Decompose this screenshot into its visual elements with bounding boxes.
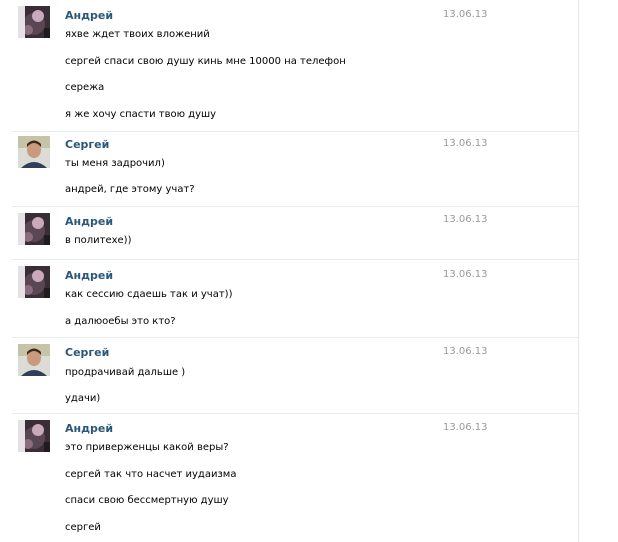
message-date: 13.06.13: [443, 422, 488, 433]
message-text: а далюоебы это кто?: [65, 316, 176, 327]
message-text: яхве ждет твоих вложений: [65, 29, 210, 40]
message-date: 13.06.13: [443, 346, 488, 357]
avatar-andrey[interactable]: [18, 6, 50, 38]
message-date: 13.06.13: [443, 9, 488, 20]
avatar-sergey[interactable]: [18, 344, 50, 376]
message-text: сергей: [65, 522, 101, 533]
message-text: сергей так что насчет иудаизма: [65, 469, 237, 480]
message-text: андрей, где этому учат?: [65, 184, 195, 195]
message-item: Андрей 13.06.13 как сессию сдаешь так и …: [0, 260, 578, 336]
author-name[interactable]: Сергей: [65, 138, 109, 152]
message-history: Андрей 13.06.13 яхве ждет твоих вложений…: [0, 0, 618, 542]
message-text: это приверженцы какой веры?: [65, 442, 229, 453]
message-item: Андрей 13.06.13 яхве ждет твоих вложений…: [0, 0, 578, 130]
message-text: сергей спаси свою душу кинь мне 10000 на…: [65, 56, 346, 67]
avatar-andrey[interactable]: [18, 213, 50, 245]
message-item: Сергей 13.06.13 ты меня задрочил) андрей…: [0, 132, 578, 204]
author-name[interactable]: Андрей: [65, 269, 113, 283]
message-text: в политехе)): [65, 235, 132, 246]
message-date: 13.06.13: [443, 138, 488, 149]
message-item: Андрей 13.06.13 в политехе)): [0, 207, 578, 257]
author-name[interactable]: Андрей: [65, 215, 113, 229]
message-item: Андрей 13.06.13 это приверженцы какой ве…: [0, 414, 578, 542]
avatar-andrey[interactable]: [18, 420, 50, 452]
author-name[interactable]: Сергей: [65, 346, 109, 360]
avatar-sergey[interactable]: [18, 136, 50, 168]
author-name[interactable]: Андрей: [65, 422, 113, 436]
message-text: удачи): [65, 393, 101, 404]
column-border: [578, 0, 579, 542]
message-text: я же хочу спасти твою душу: [65, 109, 217, 120]
message-date: 13.06.13: [443, 214, 488, 225]
message-item: Сергей 13.06.13 продрачивай дальше ) уда…: [0, 338, 578, 412]
avatar-andrey[interactable]: [18, 266, 50, 298]
author-name[interactable]: Андрей: [65, 9, 113, 23]
message-text: сережа: [65, 82, 105, 93]
message-date: 13.06.13: [443, 269, 488, 280]
message-text: ты меня задрочил): [65, 158, 165, 169]
message-text: спаси свою бессмертную душу: [65, 495, 229, 506]
message-text: продрачивай дальше ): [65, 367, 186, 378]
message-text: как сессию сдаешь так и учат)): [65, 289, 233, 300]
